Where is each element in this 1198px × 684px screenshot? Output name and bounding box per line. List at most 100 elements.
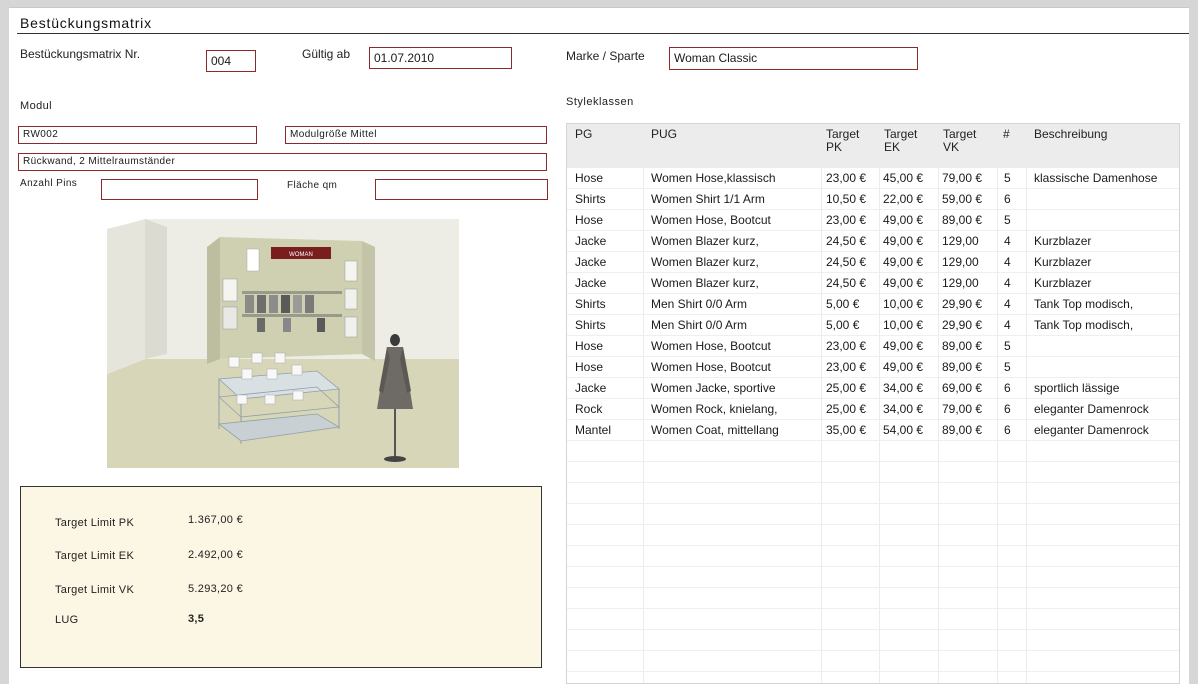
table-row[interactable]: Hose Women Hose,klassisch 23,00 € 45,00 € 79… [567, 168, 1179, 189]
modul-beschreibung-field[interactable]: Rückwand, 2 Mittelraumständer [18, 153, 547, 171]
cell-target-ek: 49,00 € [883, 255, 924, 269]
cell-target-pk: 24,50 € [826, 234, 867, 248]
cell-pg: Shirts [575, 297, 606, 311]
cell-pug: Women Hose, Bootcut [651, 213, 771, 227]
cell-pug: Women Blazer kurz, [651, 234, 759, 248]
table-row[interactable] [567, 441, 1179, 462]
cell-target-vk: 29,90 € [942, 318, 983, 332]
table-row[interactable] [567, 546, 1179, 567]
col-pug: PUG [651, 127, 678, 141]
cell-pg: Jacke [575, 234, 607, 248]
cell-count: 5 [1004, 171, 1011, 185]
cell-target-vk: 59,00 € [942, 192, 983, 206]
table-row[interactable]: Hose Women Hose, Bootcut 23,00 € 49,00 € 89,… [567, 336, 1179, 357]
table-row[interactable] [567, 630, 1179, 651]
cell-count: 4 [1004, 234, 1011, 248]
cell-beschreibung: Tank Top modisch, [1034, 297, 1134, 311]
marke-sparte-field[interactable]: Woman Classic [669, 47, 918, 70]
cell-beschreibung: Tank Top modisch, [1034, 318, 1134, 332]
cell-count: 4 [1004, 276, 1011, 290]
cell-beschreibung: klassische Damenhose [1034, 171, 1158, 185]
banner-text: WOMAN [289, 252, 313, 258]
title-divider [17, 33, 1189, 34]
cell-count: 6 [1004, 423, 1011, 437]
cell-count: 6 [1004, 402, 1011, 416]
modul-code-field[interactable]: RW002 [18, 126, 257, 144]
cell-target-pk: 23,00 € [826, 171, 867, 185]
modul-heading: Modul [20, 100, 52, 112]
table-row[interactable] [567, 651, 1179, 672]
cell-target-vk: 129,00 [942, 234, 979, 248]
cell-pug: Women Rock, knielang, [651, 402, 778, 416]
cell-target-pk: 5,00 € [826, 318, 860, 332]
cell-pg: Hose [575, 360, 604, 374]
cell-pg: Hose [575, 213, 604, 227]
cell-pg: Mantel [575, 423, 612, 437]
cell-target-vk: 89,00 € [942, 360, 983, 374]
cell-target-ek: 49,00 € [883, 234, 924, 248]
cell-count: 4 [1004, 318, 1011, 332]
table-row[interactable]: Jacke Women Blazer kurz, 24,50 € 49,00 € 129… [567, 252, 1179, 273]
cell-target-vk: 89,00 € [942, 423, 983, 437]
target-limit-pk-label: Target Limit PK [55, 517, 135, 529]
matrix-nr-field[interactable]: 004 [206, 50, 256, 72]
table-row[interactable]: Shirts Men Shirt 0/0 Arm 5,00 € 10,00 € 29,9… [567, 294, 1179, 315]
cell-target-pk: 35,00 € [826, 423, 867, 437]
cell-count: 4 [1004, 255, 1011, 269]
cell-pg: Shirts [575, 192, 606, 206]
cell-target-ek: 22,00 € [883, 192, 924, 206]
cell-count: 5 [1004, 360, 1011, 374]
table-row[interactable] [567, 504, 1179, 525]
cell-target-vk: 129,00 [942, 276, 979, 290]
cell-target-pk: 24,50 € [826, 255, 867, 269]
cell-target-vk: 89,00 € [942, 339, 983, 353]
flaeche-qm-field[interactable] [375, 179, 548, 200]
table-row[interactable]: Mantel Women Coat, mittellang 35,00 € 54,00… [567, 420, 1179, 441]
cell-target-pk: 23,00 € [826, 339, 867, 353]
table-row[interactable]: Shirts Men Shirt 0/0 Arm 5,00 € 10,00 € 29,9… [567, 315, 1179, 336]
table-row[interactable] [567, 567, 1179, 588]
cell-target-ek: 49,00 € [883, 339, 924, 353]
table-row[interactable]: Jacke Women Jacke, sportive 25,00 € 34,00 €… [567, 378, 1179, 399]
store-display-image: WOMAN [107, 219, 459, 468]
table-row[interactable]: Hose Women Hose, Bootcut 23,00 € 49,00 € 89,… [567, 357, 1179, 378]
document-page: Bestückungsmatrix Bestückungsmatrix Nr. … [9, 7, 1189, 684]
table-row[interactable] [567, 609, 1179, 630]
matrix-nr-label: Bestückungsmatrix Nr. [20, 47, 141, 61]
cell-beschreibung: sportlich lässige [1034, 381, 1120, 395]
table-row[interactable]: Hose Women Hose, Bootcut 23,00 € 49,00 € 89,… [567, 210, 1179, 231]
table-row[interactable] [567, 462, 1179, 483]
table-row[interactable]: Shirts Women Shirt 1/1 Arm 10,50 € 22,00 € 5… [567, 189, 1179, 210]
gueltig-ab-field[interactable]: 01.07.2010 [369, 47, 512, 69]
col-target-pk: Target PK [826, 127, 860, 154]
table-row[interactable]: Jacke Women Blazer kurz, 24,50 € 49,00 € 129… [567, 231, 1179, 252]
table-row[interactable] [567, 588, 1179, 609]
cell-target-ek: 49,00 € [883, 276, 924, 290]
cell-pug: Women Jacke, sportive [651, 381, 776, 395]
target-limit-ek-label: Target Limit EK [55, 550, 135, 562]
modul-groesse-field[interactable]: Modulgröße Mittel [285, 126, 547, 144]
table-row[interactable] [567, 525, 1179, 546]
table-row[interactable]: Jacke Women Blazer kurz, 24,50 € 49,00 € 129… [567, 273, 1179, 294]
cell-count: 6 [1004, 381, 1011, 395]
cell-target-ek: 45,00 € [883, 171, 924, 185]
cell-target-ek: 10,00 € [883, 318, 924, 332]
page-title: Bestückungsmatrix [20, 15, 152, 31]
anzahl-pins-field[interactable] [101, 179, 258, 200]
table-header: PG PUG Target PK Target EK Target VK # Besc… [567, 124, 1179, 168]
cell-beschreibung: Kurzblazer [1034, 255, 1092, 269]
cell-beschreibung: Kurzblazer [1034, 276, 1092, 290]
table-row[interactable] [567, 483, 1179, 504]
col-pg: PG [575, 127, 593, 141]
cell-target-vk: 69,00 € [942, 381, 983, 395]
marke-sparte-label: Marke / Sparte [566, 49, 645, 63]
cell-pg: Rock [575, 402, 603, 416]
cell-pug: Men Shirt 0/0 Arm [651, 297, 748, 311]
target-limit-vk-value: 5.293,20 € [188, 583, 243, 595]
table-row[interactable]: Rock Women Rock, knielang, 25,00 € 34,00 € 7… [567, 399, 1179, 420]
cell-count: 6 [1004, 192, 1011, 206]
cell-target-ek: 54,00 € [883, 423, 924, 437]
lug-value: 3,5 [188, 613, 205, 625]
cell-target-pk: 23,00 € [826, 360, 867, 374]
target-limits-panel: Target Limit PK 1.367,00 € Target Limit … [20, 486, 542, 668]
